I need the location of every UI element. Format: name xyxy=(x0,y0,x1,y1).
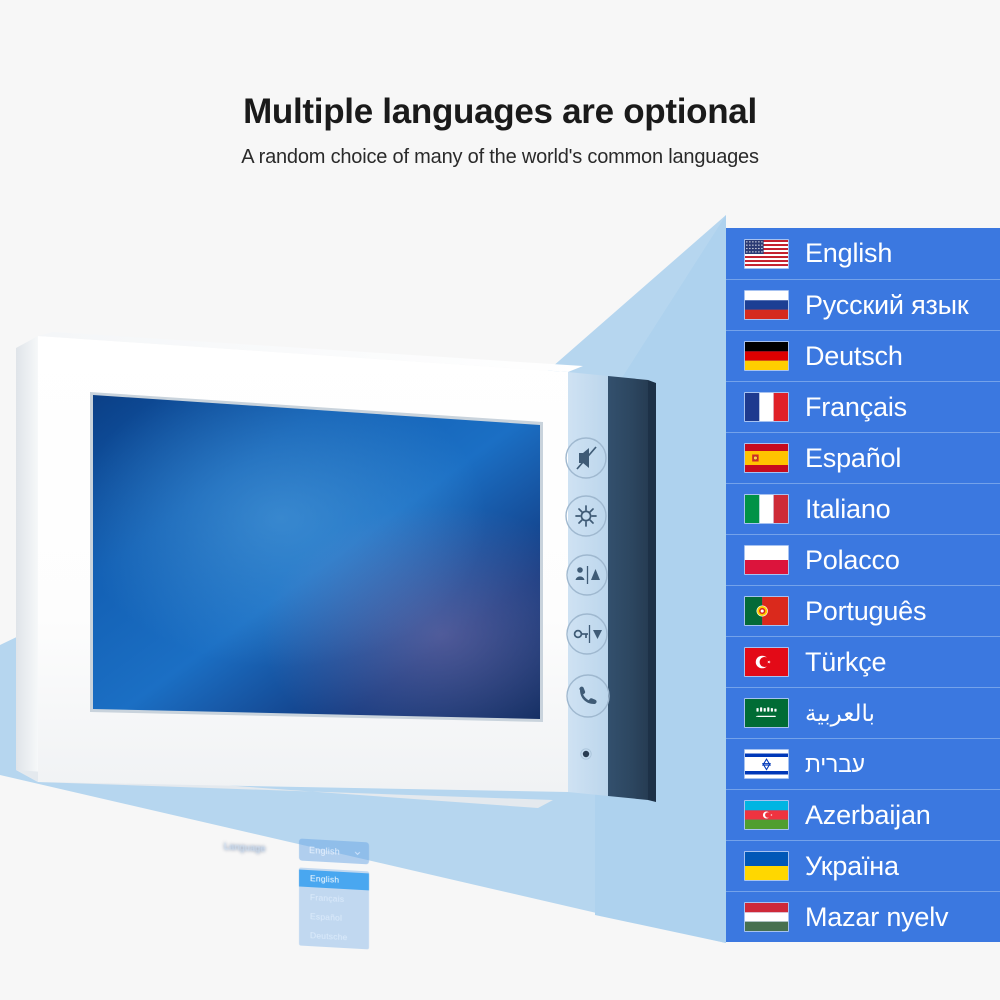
language-list-item[interactable]: بالعربية xyxy=(726,687,1000,738)
language-name: Français xyxy=(805,391,907,422)
language-name: Azerbaijan xyxy=(805,799,931,830)
language-name: بالعربية xyxy=(805,699,875,726)
language-name: Türkçe xyxy=(805,646,887,677)
language-name: Deutsch xyxy=(805,340,903,371)
es-flag-icon xyxy=(744,443,789,473)
language-list-item[interactable]: Polacco xyxy=(726,534,1000,585)
page-title: Multiple languages are optional xyxy=(243,92,757,131)
hu-flag-icon xyxy=(744,902,789,932)
language-list-item[interactable]: Español xyxy=(726,432,1000,483)
language-list-item[interactable]: עברית xyxy=(726,738,1000,789)
fr-flag-icon xyxy=(744,392,789,422)
language-list-item[interactable]: Azerbaijan xyxy=(726,789,1000,840)
language-name: עברית xyxy=(805,750,865,777)
language-list-item[interactable]: Türkçe xyxy=(726,636,1000,687)
door-phone-monitor: Language English English Français Españo… xyxy=(8,330,678,950)
language-list-item[interactable]: Italiano xyxy=(726,483,1000,534)
language-name: Polacco xyxy=(805,544,900,575)
tr-flag-icon xyxy=(744,647,789,677)
az-flag-icon xyxy=(744,800,789,830)
language-name: Mazar nyelv xyxy=(805,901,949,932)
ru-flag-icon xyxy=(744,290,789,320)
language-list-item[interactable]: Україна xyxy=(726,840,1000,891)
language-list[interactable]: English Русский язык Deutsch Français Es… xyxy=(726,228,1000,942)
language-list-item[interactable]: Français xyxy=(726,381,1000,432)
page-subtitle: A random choice of many of the world's c… xyxy=(241,146,759,169)
de-flag-icon xyxy=(744,341,789,371)
pt-flag-icon xyxy=(744,596,789,626)
language-name: Español xyxy=(805,442,902,473)
language-name: Русский язык xyxy=(805,289,969,320)
language-list-item[interactable]: English xyxy=(726,228,1000,279)
language-list-item[interactable]: Русский язык xyxy=(726,279,1000,330)
ua-flag-icon xyxy=(744,851,789,881)
language-list-item[interactable]: Português xyxy=(726,585,1000,636)
header: Multiple languages are optional A random… xyxy=(0,0,1000,169)
language-list-item[interactable]: Mazar nyelv xyxy=(726,891,1000,942)
language-name: Україна xyxy=(805,850,899,881)
it-flag-icon xyxy=(744,494,789,524)
language-name: English xyxy=(805,238,893,268)
pl-flag-icon xyxy=(744,545,789,575)
il-flag-icon xyxy=(744,749,789,779)
us-flag-icon xyxy=(744,238,789,269)
sa-flag-icon xyxy=(744,698,789,728)
language-list-item[interactable]: Deutsch xyxy=(726,330,1000,381)
language-name: Italiano xyxy=(805,493,891,524)
language-name: Português xyxy=(805,595,927,626)
